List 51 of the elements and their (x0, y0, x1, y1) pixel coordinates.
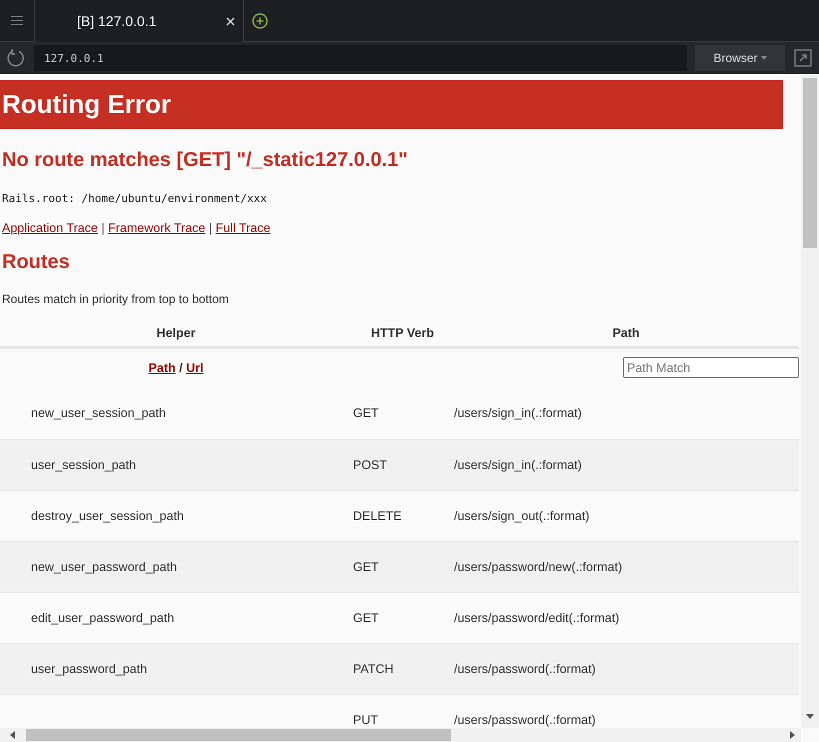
column-header: Path (453, 322, 799, 348)
verb-cell: DELETE (353, 508, 402, 522)
path-cell: /users/password(.:format) (454, 662, 596, 676)
path-cell: /users/password/new(.:format) (454, 560, 622, 574)
helper-link[interactable]: Path (148, 360, 176, 374)
browser-button[interactable]: Browser (695, 45, 785, 71)
verb-cell: PUT (353, 712, 378, 726)
column-header: Helper (0, 322, 352, 348)
popout-icon[interactable] (793, 48, 813, 68)
helper-link[interactable]: Url (186, 360, 204, 374)
path-cell: /users/password/edit(.:format) (454, 610, 620, 624)
helper-cell: new_user_password_path (31, 560, 177, 574)
trace-link[interactable]: Application Trace (2, 221, 98, 235)
path-cell: /users/password(.:format) (454, 712, 596, 726)
path-cell: /users/sign_out(.:format) (454, 508, 590, 522)
rails-root-text: Rails.root: /home/ubuntu/environment/xxx (2, 192, 268, 205)
helper-cell: user_session_path (31, 458, 136, 472)
error-heading: No route matches [GET] "/_static127.0.0.1" (2, 149, 409, 172)
scroll-right-icon[interactable] (789, 731, 797, 739)
verb-cell: POST (353, 458, 388, 472)
helper-cell: edit_user_password_path (31, 610, 174, 624)
path-cell: /users/sign_in(.:format) (454, 406, 582, 420)
routes-heading: Routes (2, 251, 71, 274)
path-match-field[interactable]: Path Match (623, 357, 799, 378)
separator: | (100, 221, 106, 235)
separator: / (178, 360, 184, 374)
verb-cell: PATCH (353, 662, 394, 676)
column-header: HTTP Verb (352, 322, 453, 348)
reload-icon[interactable] (6, 48, 26, 68)
verb-cell: GET (353, 406, 379, 420)
trace-link[interactable]: Full Trace (216, 221, 270, 235)
browser-tab[interactable]: [B] 127.0.0.1 (34, 0, 244, 42)
verb-cell: GET (353, 560, 379, 574)
scrollbar-thumb[interactable] (803, 78, 817, 248)
helper-cell: destroy_user_session_path (31, 508, 184, 522)
menu-icon[interactable] (11, 16, 23, 25)
scroll-down-icon[interactable] (806, 713, 814, 721)
new-tab-icon[interactable] (252, 12, 268, 28)
verb-cell: GET (353, 610, 379, 624)
address-field[interactable]: 127.0.0.1 (34, 45, 687, 71)
routes-note: Routes match in priority from top to bottom (2, 292, 230, 306)
caret-icon (760, 56, 766, 60)
close-icon[interactable] (226, 16, 235, 26)
scrollbar-thumb[interactable] (26, 729, 451, 741)
separator: | (208, 221, 214, 235)
trace-link[interactable]: Framework Trace (108, 221, 206, 235)
helper-cell: user_password_path (31, 662, 148, 676)
path-cell: /users/sign_in(.:format) (454, 458, 582, 472)
scroll-left-icon[interactable] (8, 731, 16, 739)
page-banner: Routing Error (0, 80, 783, 129)
helper-cell: new_user_session_path (31, 406, 166, 420)
